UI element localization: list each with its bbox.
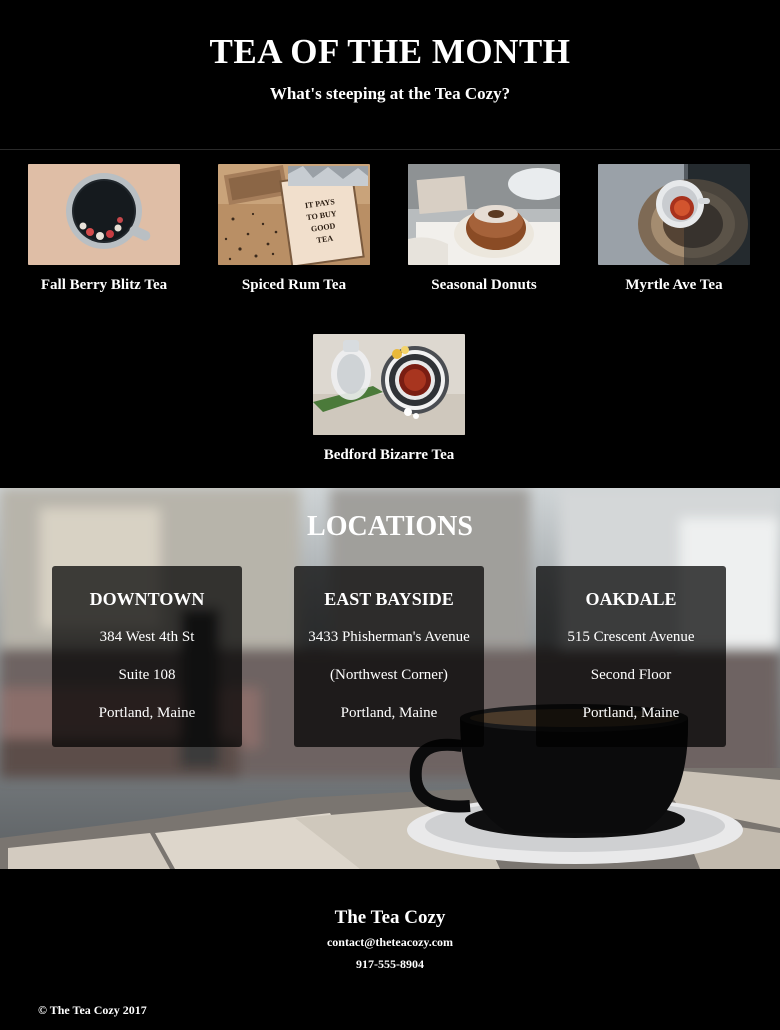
location-name: EAST BAYSIDE (324, 589, 454, 609)
tea-item-bedford-bizarre[interactable]: Bedford Bizarre Tea (313, 334, 465, 464)
location-address-line: 3433 Phisherman's Avenue (308, 629, 470, 645)
location-address-line: Portland, Maine (582, 705, 680, 721)
tea-item-seasonal-donuts[interactable]: Seasonal Donuts (408, 164, 560, 294)
footer-phone: 917-555-8904 (356, 957, 424, 971)
bedford-tea-set-photo[interactable] (313, 334, 465, 435)
tea-name: Myrtle Ave Tea (625, 277, 723, 293)
tea-item-spiced-rum[interactable]: IT PAYS TO BUY GOOD TEA Spiced Rum Tea (218, 164, 370, 294)
location-card-downtown: DOWNTOWN 384 West 4th St Suite 108 Portl… (52, 566, 242, 747)
page-title: TEA OF THE MONTH (209, 32, 571, 71)
donut-photo[interactable] (408, 164, 560, 265)
tea-name: Seasonal Donuts (431, 277, 537, 293)
location-address-line: Suite 108 (118, 667, 176, 683)
tea-name: Fall Berry Blitz Tea (40, 277, 168, 293)
locations-title: LOCATIONS (307, 511, 473, 542)
section-divider (0, 149, 780, 150)
footer-copyright: © The Tea Cozy 2017 (38, 1003, 147, 1017)
location-address-line: 515 Crescent Avenue (567, 629, 695, 645)
footer-email-link[interactable]: contact@theteacozy.com (0, 934, 780, 950)
location-address-line: 384 West 4th St (99, 629, 195, 645)
page-footer: The Tea Cozy contact@theteacozy.com 917-… (0, 869, 780, 1030)
page-subtitle: What's steeping at the Tea Cozy? (269, 84, 511, 103)
tea-name: Spiced Rum Tea (241, 277, 347, 293)
tea-item-myrtle-ave[interactable]: Myrtle Ave Tea (598, 164, 750, 294)
page-header: TEA OF THE MONTH What's steeping at the … (0, 0, 780, 149)
location-name: OAKDALE (585, 589, 677, 609)
tea-name: Bedford Bizarre Tea (323, 447, 455, 463)
location-address-line: (Northwest Corner) (330, 667, 448, 683)
locations-section: LOCATIONS DOWNTOWN 384 West 4th St Suite… (0, 488, 780, 869)
tea-item-fall-berry-blitz[interactable]: Fall Berry Blitz Tea (28, 164, 180, 294)
location-name: DOWNTOWN (89, 589, 205, 609)
location-card-east-bayside: EAST BAYSIDE 3433 Phisherman's Avenue (N… (294, 566, 484, 747)
footer-brand: The Tea Cozy (334, 907, 446, 928)
berry-tea-cup-photo[interactable] (28, 164, 180, 265)
myrtle-tea-cup-photo[interactable] (598, 164, 750, 265)
location-address-line: Second Floor (590, 667, 672, 683)
spiced-rum-tea-box-photo[interactable]: IT PAYS TO BUY GOOD TEA (218, 164, 370, 265)
location-card-oakdale: OAKDALE 515 Crescent Avenue Second Floor… (536, 566, 726, 747)
location-address-line: Portland, Maine (98, 705, 196, 721)
location-address-line: Portland, Maine (340, 705, 438, 721)
